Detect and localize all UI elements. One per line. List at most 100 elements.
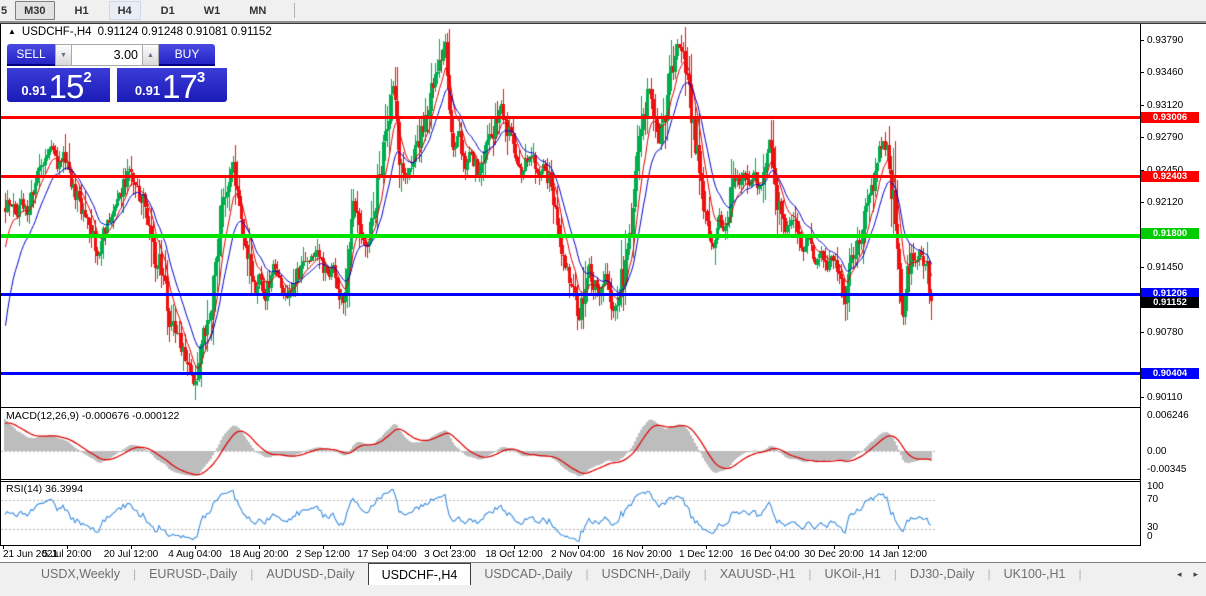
time-axis-label: 20 Jul 12:00	[104, 549, 159, 560]
timeframe-button-m30[interactable]: M30	[15, 1, 54, 20]
collapse-trade-panel-icon[interactable]: ▲	[8, 28, 16, 36]
price-tick-label: 0.90780	[1147, 327, 1183, 338]
macd-values: -0.000676 -0.000122	[82, 410, 180, 422]
rsi-value: 36.3994	[45, 483, 83, 495]
chart-tab-usdchfh4[interactable]: USDCHF-,H4	[368, 563, 472, 585]
tick-mark	[1140, 397, 1144, 398]
tick-mark	[1140, 332, 1144, 333]
timeframe-button-h4[interactable]: H4	[109, 1, 141, 20]
timeframe-button-d1[interactable]: D1	[152, 1, 184, 20]
time-axis-label: 14 Jan 12:00	[869, 549, 927, 560]
time-tick-mark	[3, 546, 4, 549]
tab-scroll-right-icon[interactable]: ▸	[1193, 569, 1198, 580]
time-axis-label: 16 Nov 20:00	[612, 549, 672, 560]
spin-up-icon: ▲	[147, 52, 154, 59]
chart-tab-usdxweekly[interactable]: USDX,Weekly	[28, 563, 133, 585]
price-line-label: 0.93006	[1141, 112, 1199, 123]
chart-tab-uk100h1[interactable]: UK100-,H1	[991, 563, 1079, 585]
time-tick-mark	[578, 546, 579, 549]
time-tick-mark	[834, 546, 835, 549]
chart-tab-ukoilh1[interactable]: UKOil-,H1	[812, 563, 894, 585]
rsi-name: RSI(14)	[6, 483, 42, 495]
sell-price-box[interactable]: 0.91 15 2	[7, 68, 110, 102]
macd-scale-label: -0.00345	[1147, 464, 1186, 475]
toolbar-separator	[294, 3, 295, 18]
timeframe-button-w1[interactable]: W1	[195, 1, 230, 20]
chart-header: ▲ USDCHF-,H4 0.91124 0.91248 0.91081 0.9…	[8, 26, 272, 38]
time-tick-mark	[898, 546, 899, 549]
macd-rsi-splitter-a[interactable]	[0, 479, 1141, 480]
chart-tab-usdcnhdaily[interactable]: USDCNH-,Daily	[589, 563, 704, 585]
volume-increase-button[interactable]: ▲	[142, 44, 159, 66]
time-tick-mark	[514, 546, 515, 549]
spin-down-icon: ▼	[60, 52, 67, 59]
price-line-label: 0.91800	[1141, 228, 1199, 239]
timeframe-button-mn[interactable]: MN	[240, 1, 275, 20]
time-tick-mark	[387, 546, 388, 549]
time-axis-label: 2 Sep 12:00	[296, 549, 350, 560]
chart-tab-eurusddaily[interactable]: EURUSD-,Daily	[136, 563, 250, 585]
time-tick-mark	[259, 546, 260, 549]
buy-price-box[interactable]: 0.91 17 3	[117, 68, 227, 102]
time-tick-mark	[706, 546, 707, 549]
time-tick-mark	[195, 546, 196, 549]
sell-button[interactable]: SELL	[7, 44, 55, 66]
volume-decrease-button[interactable]: ▼	[55, 44, 72, 66]
mt4-terminal-window: 5 M30 H1 H4 D1 W1 MN ▲ USDCHF-,H4 0.91124 0.91…	[0, 0, 1206, 596]
one-click-trading-panel: SELL ▼ ▲ BUY 0.91 15 2 0.91 17 3	[7, 44, 227, 102]
blue-price-line[interactable]	[1, 293, 1140, 296]
price-tick-label: 0.92120	[1147, 197, 1183, 208]
timeframe-button-5[interactable]: 5	[0, 1, 10, 20]
time-tick-mark	[67, 546, 68, 549]
buy-price-prefix: 0.91	[135, 83, 160, 98]
buy-button[interactable]: BUY	[159, 44, 215, 66]
red-price-line[interactable]	[1, 116, 1140, 119]
time-axis-label: 16 Dec 04:00	[740, 549, 800, 560]
status-strip	[0, 585, 1206, 596]
tick-mark	[1140, 202, 1144, 203]
tab-scroll-left-icon[interactable]: ◂	[1177, 569, 1182, 580]
macd-scale-label: 0.00	[1147, 446, 1166, 457]
time-axis-label: 3 Oct 23:00	[424, 549, 476, 560]
tick-mark	[1140, 40, 1144, 41]
red-price-line[interactable]	[1, 175, 1140, 178]
price-tick-label: 0.93790	[1147, 35, 1183, 46]
main-macd-splitter[interactable]	[0, 407, 1141, 408]
chart-tab-audusddaily[interactable]: AUDUSD-,Daily	[253, 563, 367, 585]
chart-tab-usdcaddaily[interactable]: USDCAD-,Daily	[471, 563, 585, 585]
chart-tab-xauusdh1[interactable]: XAUUSD-,H1	[707, 563, 809, 585]
price-tick: 0.90110	[1140, 392, 1182, 403]
time-axis-label: 30 Dec 20:00	[804, 549, 864, 560]
time-axis-label: 18 Aug 20:00	[230, 549, 289, 560]
timeframe-toolbar: 5 M30 H1 H4 D1 W1 MN	[0, 0, 1206, 21]
time-axis-label: 5 Jul 20:00	[43, 549, 92, 560]
price-tick: 0.90780	[1140, 327, 1183, 338]
chart-ohlc-values: 0.91124 0.91248 0.91081 0.91152	[98, 26, 272, 38]
time-axis-label: 2 Nov 04:00	[551, 549, 605, 560]
tick-mark	[1140, 72, 1144, 73]
chart-tab-dj30daily[interactable]: DJ30-,Daily	[897, 563, 988, 585]
macd-rsi-splitter-b	[0, 481, 1141, 482]
time-axis-label: 4 Aug 04:00	[168, 549, 221, 560]
time-axis-label: 1 Dec 12:00	[679, 549, 733, 560]
time-axis-line[interactable]	[0, 545, 1141, 546]
price-tick: 0.92790	[1140, 132, 1183, 143]
time-tick-mark	[323, 546, 324, 549]
time-tick-mark	[770, 546, 771, 549]
green-price-line[interactable]	[1, 234, 1140, 238]
time-tick-mark	[642, 546, 643, 549]
time-tick-mark	[131, 546, 132, 549]
blue-price-line[interactable]	[1, 372, 1140, 375]
rsi-scale-label: 100	[1147, 481, 1164, 492]
buy-price-pip: 3	[197, 69, 205, 86]
price-line-label: 0.91152	[1141, 297, 1199, 308]
time-axis-label: 17 Sep 04:00	[357, 549, 417, 560]
timeframe-button-h1[interactable]: H1	[66, 1, 98, 20]
volume-input[interactable]	[72, 44, 142, 66]
price-tick-label: 0.90110	[1147, 392, 1182, 403]
time-axis-label: 18 Oct 12:00	[485, 549, 542, 560]
sell-price-prefix: 0.91	[21, 83, 46, 98]
time-tick-mark	[450, 546, 451, 549]
tick-mark	[1140, 105, 1144, 106]
price-tick-label: 0.91450	[1147, 262, 1183, 273]
